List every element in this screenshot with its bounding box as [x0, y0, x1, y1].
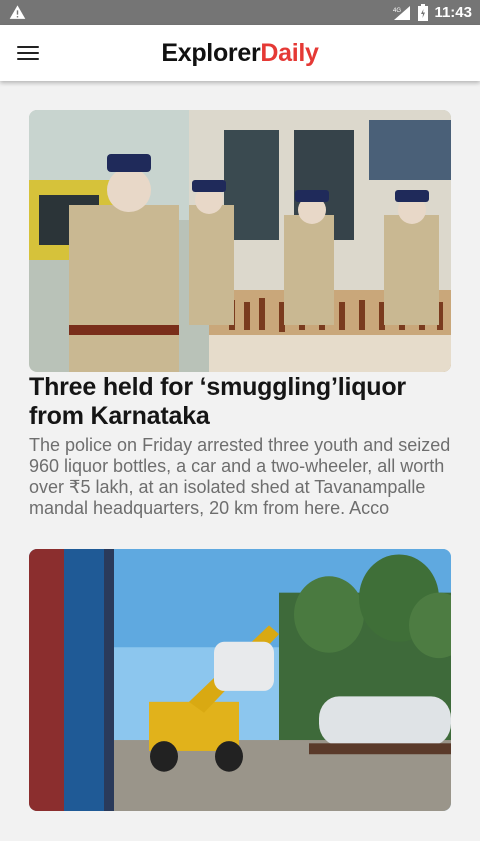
app-logo: ExplorerDaily: [0, 39, 480, 68]
article-summary: The police on Friday arrested three yout…: [29, 435, 451, 518]
signal-icon: 4G: [393, 5, 411, 20]
battery-icon: [418, 4, 429, 21]
article-image[interactable]: [29, 110, 451, 372]
brand-accent: Daily: [260, 39, 319, 67]
network-label: 4G: [393, 8, 401, 14]
warning-icon: [9, 5, 26, 19]
status-bar: 4G 11:43: [0, 0, 480, 25]
news-feed: Three held for ‘smuggling’liquor from Ka…: [29, 110, 451, 841]
article-title[interactable]: Three held for ‘smuggling’liquor from Ka…: [29, 373, 451, 431]
article-card[interactable]: [29, 549, 451, 811]
brand-primary: Explorer: [161, 39, 261, 67]
article-card[interactable]: Three held for ‘smuggling’liquor from Ka…: [29, 110, 451, 519]
app-bar: ExplorerDaily: [0, 25, 480, 81]
article-image[interactable]: [29, 549, 451, 811]
status-time: 11:43: [434, 4, 472, 21]
